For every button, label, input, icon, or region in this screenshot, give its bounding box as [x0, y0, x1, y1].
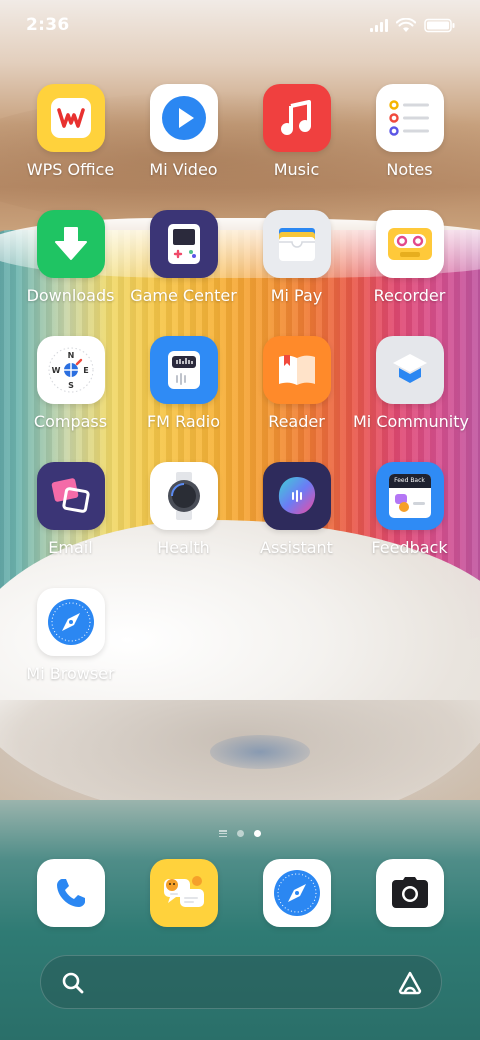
svg-text:S: S — [68, 381, 74, 390]
app-label: Recorder — [373, 286, 446, 305]
wps-office-icon — [36, 84, 105, 152]
app-health[interactable]: Health — [127, 462, 240, 557]
app-label: WPS Office — [26, 160, 115, 179]
mi-video-icon — [149, 84, 218, 152]
health-icon — [149, 462, 218, 530]
dock-browser[interactable] — [240, 859, 353, 927]
camera-icon — [375, 859, 444, 927]
app-label: Assistant — [260, 538, 333, 557]
app-email[interactable]: Email — [14, 462, 127, 557]
app-notes[interactable]: Notes — [353, 84, 466, 179]
app-compass[interactable]: N S W E Compass — [14, 336, 127, 431]
app-mi-pay[interactable]: Mi Pay — [240, 210, 353, 305]
battery-icon — [424, 18, 455, 32]
app-fm-radio[interactable]: FM Radio — [127, 336, 240, 431]
dock — [14, 859, 466, 929]
app-label: Health — [157, 538, 210, 557]
app-label: Game Center — [130, 286, 237, 305]
app-label: Notes — [386, 160, 433, 179]
search-icon[interactable] — [61, 971, 85, 995]
feedback-icon-text: Feed Back — [388, 474, 431, 488]
app-label: Mi Browser — [26, 664, 115, 683]
app-label: Music — [273, 160, 320, 179]
reader-icon — [262, 336, 331, 404]
phone-icon — [36, 859, 105, 927]
app-feedback[interactable]: Feed Back Feedback — [353, 462, 466, 557]
status-icons — [370, 15, 456, 35]
app-mi-community[interactable]: Mi Community — [353, 336, 469, 431]
app-vault-icon[interactable] — [397, 970, 423, 996]
app-label: Reader — [268, 412, 325, 431]
app-label: Mi Community — [353, 412, 469, 431]
assistant-icon — [262, 462, 331, 530]
app-music[interactable]: Music — [240, 84, 353, 179]
downloads-icon — [36, 210, 105, 278]
compass-icon: N S W E — [36, 336, 105, 404]
email-icon — [36, 462, 105, 530]
app-assistant[interactable]: Assistant — [240, 462, 353, 557]
app-label: Feedback — [371, 538, 448, 557]
app-wps-office[interactable]: WPS Office — [14, 84, 127, 179]
messaging-icon — [149, 859, 218, 927]
app-reader[interactable]: Reader — [240, 336, 353, 431]
app-label: Compass — [33, 412, 108, 431]
dock-camera[interactable] — [353, 859, 466, 927]
signal-icon — [370, 18, 388, 32]
page-dot[interactable] — [237, 830, 244, 837]
page-dot-active[interactable] — [254, 830, 261, 837]
recorder-icon — [375, 210, 444, 278]
app-label: Mi Pay — [270, 286, 323, 305]
dock-messaging[interactable] — [127, 859, 240, 927]
page-indicator[interactable] — [0, 830, 480, 837]
mi-browser-icon — [36, 588, 105, 656]
app-downloads[interactable]: Downloads — [14, 210, 127, 305]
status-time: 2:36 — [26, 15, 70, 35]
app-list-indicator-icon[interactable] — [219, 830, 227, 837]
mi-pay-icon — [262, 210, 331, 278]
search-bar[interactable] — [40, 955, 442, 1009]
status-bar: 2:36 — [0, 0, 480, 50]
app-game-center[interactable]: Game Center — [127, 210, 240, 305]
feedback-icon: Feed Back — [375, 462, 444, 530]
app-recorder[interactable]: Recorder — [353, 210, 466, 305]
mi-community-icon — [375, 336, 444, 404]
fm-radio-icon — [149, 336, 218, 404]
svg-text:E: E — [83, 366, 88, 375]
app-label: FM Radio — [146, 412, 221, 431]
svg-text:W: W — [51, 366, 60, 375]
browser-icon — [262, 859, 331, 927]
dock-phone[interactable] — [14, 859, 127, 927]
app-label: Email — [48, 538, 93, 557]
music-icon — [262, 84, 331, 152]
app-label: Downloads — [26, 286, 115, 305]
app-mi-video[interactable]: Mi Video — [127, 84, 240, 179]
app-mi-browser[interactable]: Mi Browser — [14, 588, 127, 683]
notes-icon — [375, 84, 444, 152]
wifi-icon — [396, 17, 416, 32]
svg-text:N: N — [67, 351, 74, 360]
game-center-icon — [149, 210, 218, 278]
app-label: Mi Video — [149, 160, 218, 179]
